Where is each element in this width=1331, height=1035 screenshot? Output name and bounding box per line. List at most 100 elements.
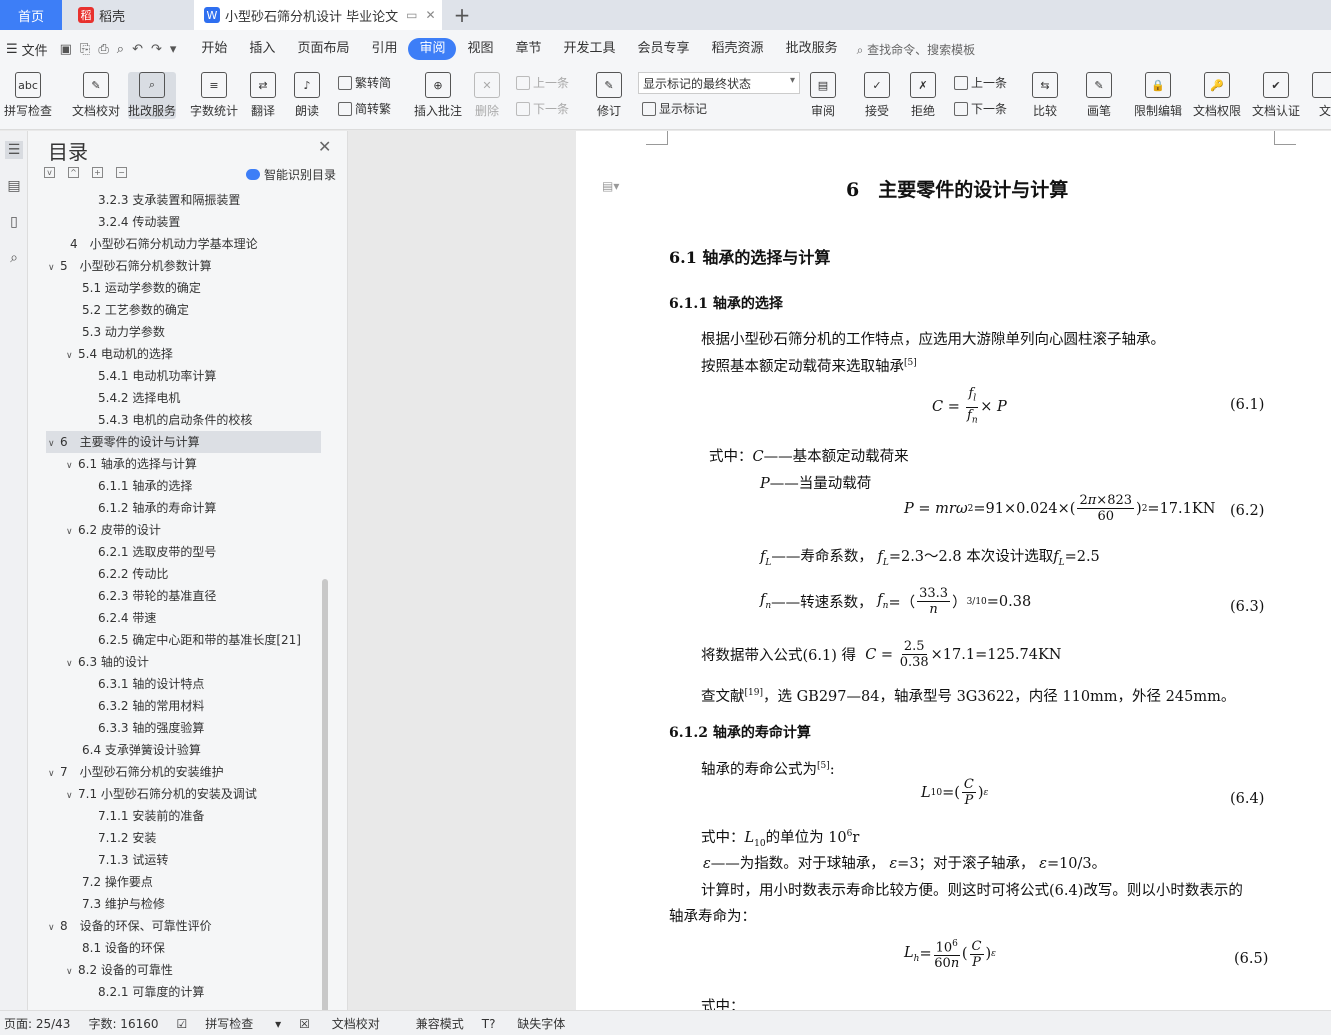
toc-item[interactable]: 6.1.2 轴承的寿命计算 bbox=[28, 497, 328, 519]
status-proofread[interactable]: ☒ 文档校对 bbox=[299, 1015, 398, 1032]
chevron-down-icon[interactable]: ∨ bbox=[66, 345, 78, 367]
toc-item[interactable]: 8.1 设备的环保 bbox=[28, 937, 328, 959]
status-spell-check[interactable]: ☑ 拼写检查 ▾ bbox=[177, 1015, 282, 1032]
toc-item[interactable]: 5.2 工艺参数的确定 bbox=[28, 299, 328, 321]
toc-item[interactable]: ∨ 5 小型砂石筛分机参数计算 bbox=[28, 255, 328, 277]
toc-item[interactable]: ∨ 6.3 轴的设计 bbox=[28, 651, 328, 673]
preview-icon[interactable]: ⌕ bbox=[117, 42, 124, 57]
tab-restore-icon[interactable]: ▭ bbox=[406, 8, 417, 22]
trad-to-simp-button[interactable]: 繁转简 bbox=[338, 74, 391, 91]
ribbon-button[interactable]: abc 拼写检查 bbox=[4, 72, 52, 119]
menu-item[interactable]: 开发工具 bbox=[553, 38, 627, 60]
toc-item[interactable]: 5.4.3 电机的启动条件的校核 bbox=[28, 409, 328, 431]
ribbon-button[interactable]: 🔑 文档权限 bbox=[1193, 72, 1241, 119]
toc-item[interactable]: 6.1.1 轴承的选择 bbox=[28, 475, 328, 497]
toc-item[interactable]: 6.2.2 传动比 bbox=[28, 563, 328, 585]
document-page[interactable]: ▤▾ 6 主要零件的设计与计算 6.1 轴承的选择与计算 6.1.1 轴承的选择… bbox=[576, 131, 1331, 1010]
export-icon[interactable]: ⎘ bbox=[80, 42, 90, 57]
menu-item[interactable]: 视图 bbox=[456, 38, 504, 60]
toc-item[interactable]: 5.4.1 电动机功率计算 bbox=[28, 365, 328, 387]
chevron-down-icon[interactable]: ∨ bbox=[66, 961, 78, 983]
ribbon-button[interactable]: 文 bbox=[1312, 72, 1331, 119]
toc-item[interactable]: 5.1 运动学参数的确定 bbox=[28, 277, 328, 299]
toc-pane-icon[interactable]: ☰ bbox=[5, 141, 23, 159]
ribbon-button[interactable]: ✕ 删除 bbox=[474, 72, 500, 119]
chevron-down-icon[interactable]: ∨ bbox=[66, 785, 78, 807]
toc-item[interactable]: 7.1.2 安装 bbox=[28, 827, 328, 849]
prev-change-button[interactable]: 上一条 bbox=[954, 74, 1007, 91]
tab-close-icon[interactable]: ✕ bbox=[425, 8, 435, 22]
ribbon-button[interactable]: ▤ 审阅 bbox=[810, 72, 836, 119]
ribbon-button[interactable]: ♪ 朗读 bbox=[294, 72, 320, 119]
smart-toc-button[interactable]: 智能识别目录 bbox=[246, 166, 336, 183]
thumbnail-pane-icon[interactable]: ▤ bbox=[5, 177, 23, 195]
next-change-button[interactable]: 下一条 bbox=[954, 100, 1007, 117]
remove-heading-icon[interactable]: − bbox=[116, 167, 127, 178]
toc-item[interactable]: 7.3 维护与检修 bbox=[28, 893, 328, 915]
toc-item[interactable]: 3.2.3 支承装置和隔振装置 bbox=[28, 189, 328, 211]
ribbon-button[interactable]: ⇄ 翻译 bbox=[250, 72, 276, 119]
ribbon-button[interactable]: ⊕ 插入批注 bbox=[414, 72, 462, 119]
toc-item[interactable]: ∨ 6.2 皮带的设计 bbox=[28, 519, 328, 541]
markup-state-dropdown[interactable]: 显示标记的最终状态 bbox=[638, 72, 800, 94]
menu-item[interactable]: 章节 bbox=[505, 38, 553, 60]
ribbon-button[interactable]: ≡ 字数统计 bbox=[190, 72, 238, 119]
page-options-icon[interactable]: ▤▾ bbox=[602, 179, 619, 193]
ribbon-button[interactable]: ✎ 文档校对 bbox=[72, 72, 120, 119]
missing-fonts[interactable]: T? 缺失字体 bbox=[482, 1015, 584, 1032]
print-icon[interactable]: ⎙ bbox=[98, 42, 108, 57]
toc-item[interactable]: 6.2.5 确定中心距和带的基准长度[21] bbox=[28, 629, 328, 651]
tab-home[interactable]: 首页 bbox=[0, 0, 62, 30]
ribbon-button[interactable]: ⌕ 批改服务 bbox=[128, 72, 177, 119]
toc-item[interactable]: ∨ 8 设备的环保、可靠性评价 bbox=[28, 915, 328, 937]
toc-item[interactable]: 6.3.1 轴的设计特点 bbox=[28, 673, 328, 695]
bookmark-icon[interactable]: ▯ bbox=[5, 213, 23, 231]
menu-item[interactable]: 插入 bbox=[238, 38, 286, 60]
show-markup-button[interactable]: 显示标记 bbox=[642, 100, 707, 117]
chevron-down-icon[interactable]: ∨ bbox=[66, 521, 78, 543]
toc-item[interactable]: ∨ 6.1 轴承的选择与计算 bbox=[28, 453, 328, 475]
menu-item[interactable]: 引用 bbox=[360, 38, 408, 60]
find-icon[interactable]: ⌕ bbox=[5, 249, 23, 267]
toc-item[interactable]: ∨ 6 主要零件的设计与计算 bbox=[46, 431, 321, 453]
word-count[interactable]: 字数: 16160 bbox=[88, 1015, 158, 1032]
collapse-all-icon[interactable]: v bbox=[44, 167, 55, 178]
close-icon[interactable]: ✕ bbox=[318, 137, 331, 156]
toc-item[interactable]: 3.2.4 传动装置 bbox=[28, 211, 328, 233]
ribbon-button[interactable]: ✎ 修订 bbox=[596, 72, 622, 119]
chevron-down-icon[interactable]: ∨ bbox=[48, 917, 60, 939]
add-heading-icon[interactable]: + bbox=[92, 167, 103, 178]
chevron-down-icon[interactable]: ∨ bbox=[66, 653, 78, 675]
ribbon-button[interactable]: ✔ 文档认证 bbox=[1252, 72, 1300, 119]
undo-icon[interactable]: ↶ bbox=[132, 42, 143, 57]
file-menu[interactable]: ☰ 文件 bbox=[6, 40, 48, 59]
toc-item[interactable]: 6.2.3 带轮的基准直径 bbox=[28, 585, 328, 607]
ribbon-button[interactable]: ✗ 拒绝 bbox=[910, 72, 936, 119]
expand-up-icon[interactable]: ^ bbox=[68, 167, 79, 178]
menu-item[interactable]: 开始 bbox=[190, 38, 238, 60]
toc-item[interactable]: 6.2.1 选取皮带的型号 bbox=[28, 541, 328, 563]
toc-item[interactable]: 6.4 支承弹簧设计验算 bbox=[28, 739, 328, 761]
ribbon-button[interactable]: ✎ 画笔 bbox=[1086, 72, 1112, 119]
new-tab-button[interactable]: + bbox=[450, 0, 474, 30]
menu-item[interactable]: 批改服务 bbox=[775, 38, 849, 60]
simp-to-trad-button[interactable]: 简转繁 bbox=[338, 100, 391, 117]
menu-item[interactable]: 审阅 bbox=[408, 38, 457, 60]
menu-item[interactable]: 页面布局 bbox=[286, 38, 360, 60]
toc-item[interactable]: 4 小型砂石筛分机动力学基本理论 bbox=[28, 233, 328, 255]
toc-item[interactable]: 6.3.2 轴的常用材料 bbox=[28, 695, 328, 717]
toc-item[interactable]: ∨ 8.2 设备的可靠性 bbox=[28, 959, 328, 981]
toc-item[interactable]: 5.3 动力学参数 bbox=[28, 321, 328, 343]
toc-item[interactable]: ∨ 5.4 电动机的选择 bbox=[28, 343, 328, 365]
toc-item[interactable]: 8.2.1 可靠度的计算 bbox=[28, 981, 328, 1003]
toc-scrollbar[interactable] bbox=[322, 579, 328, 1035]
next-comment-button[interactable]: 下一条 bbox=[516, 100, 569, 117]
toc-item[interactable]: 7.1.1 安装前的准备 bbox=[28, 805, 328, 827]
ribbon-button[interactable]: 🔒 限制编辑 bbox=[1134, 72, 1182, 119]
command-search[interactable]: ⌕ 查找命令、搜索模板 bbox=[857, 41, 976, 58]
menu-item[interactable]: 稻壳资源 bbox=[701, 38, 775, 60]
ribbon-button[interactable]: ⇆ 比较 bbox=[1032, 72, 1058, 119]
toc-item[interactable]: 6.3.3 轴的强度验算 bbox=[28, 717, 328, 739]
tab-daoke[interactable]: 稻稻壳 bbox=[64, 0, 192, 30]
toc-item[interactable]: ∨ 7.1 小型砂石筛分机的安装及调试 bbox=[28, 783, 328, 805]
